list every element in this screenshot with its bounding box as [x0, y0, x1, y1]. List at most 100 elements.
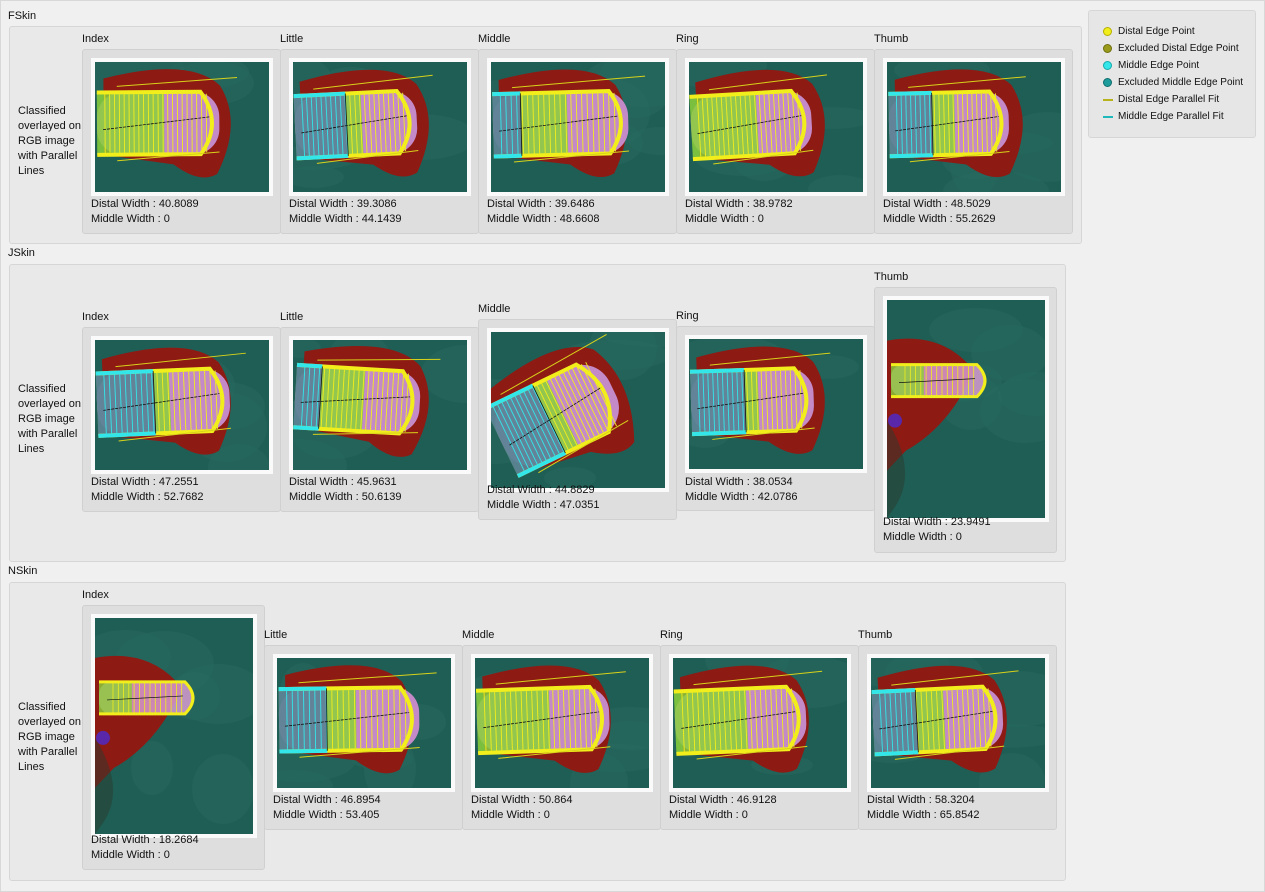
classified-finger-image [293, 340, 467, 470]
fskin-middle-card: Distal Width : 39.6486 Middle Width : 48.… [478, 49, 677, 234]
distal-width: Distal Width : 39.6486 [487, 197, 595, 212]
distal-width: Distal Width : 18.2684 [91, 833, 199, 848]
distal-width: Distal Width : 46.8954 [273, 793, 381, 808]
fskin-index-label: Index [82, 33, 109, 45]
fskin-little-card: Distal Width : 39.3086 Middle Width : 44.… [280, 49, 479, 234]
jskin-index-card: Distal Width : 47.2551 Middle Width : 52.… [82, 327, 281, 512]
fskin-thumb-overlay-image [883, 58, 1065, 196]
classified-finger-image [491, 332, 665, 488]
middle-width-label: Middle Width : [685, 491, 758, 503]
row-label: Classified overlayed on RGB image with P… [18, 105, 81, 177]
classified-finger-image [887, 300, 1045, 518]
middle-width-label: Middle Width : [289, 491, 362, 503]
classified-finger-image [491, 62, 665, 192]
classified-finger-image [95, 618, 253, 834]
jskin-little-card: Distal Width : 45.9631 Middle Width : 50.… [280, 327, 479, 512]
jskin-ring-label: Ring [676, 310, 699, 322]
middle-width: Middle Width : 52.7682 [91, 490, 204, 505]
distal-width-value: 50.864 [538, 794, 573, 806]
middle-width-label: Middle Width : [685, 213, 758, 225]
excluded-middle-edge-point-icon [1103, 78, 1112, 87]
fskin-ring-overlay-image [685, 58, 867, 196]
middle-width-label: Middle Width : [487, 499, 560, 511]
distal-width: Distal Width : 47.2551 [91, 475, 199, 490]
middle-width-value: 55.2629 [955, 213, 996, 225]
middle-width-value: 0 [741, 809, 748, 821]
distal-width-value: 40.8089 [158, 198, 199, 210]
middle-width-label: Middle Width : [289, 213, 362, 225]
nskin-index-label: Index [82, 589, 109, 601]
middle-width: Middle Width : 42.0786 [685, 490, 798, 505]
legend: Distal Edge Point Excluded Distal Edge P… [1088, 10, 1256, 138]
distal-width-label: Distal Width : [685, 476, 753, 488]
distal-edge-point-icon [1103, 27, 1112, 36]
middle-width: Middle Width : 0 [471, 808, 550, 823]
section-title-fskin: FSkin [8, 10, 37, 22]
distal-fit-line-icon [1103, 99, 1113, 101]
distal-width: Distal Width : 45.9631 [289, 475, 397, 490]
jskin-thumb-card: Distal Width : 23.9491 Middle Width : 0 [874, 287, 1057, 553]
jskin-index-overlay-image [91, 336, 273, 474]
distal-width-label: Distal Width : [487, 484, 555, 496]
distal-width-value: 48.5029 [950, 198, 991, 210]
classified-finger-image [95, 62, 269, 192]
middle-width: Middle Width : 47.0351 [487, 498, 600, 513]
classified-finger-image [475, 658, 649, 788]
distal-width-label: Distal Width : [91, 476, 159, 488]
middle-width-label: Middle Width : [273, 809, 346, 821]
jskin-middle-card: Distal Width : 44.8829 Middle Width : 47.… [478, 319, 677, 520]
section-title-nskin: NSkin [8, 565, 38, 577]
nskin-index-card: Distal Width : 18.2684 Middle Width : 0 [82, 605, 265, 870]
classified-finger-image [689, 339, 863, 469]
middle-width-value: 50.6139 [361, 491, 402, 503]
fskin-middle-label: Middle [478, 33, 511, 45]
middle-edge-point-icon [1103, 61, 1112, 70]
distal-width-value: 44.8829 [554, 484, 595, 496]
middle-width-value: 0 [163, 849, 170, 861]
middle-width: Middle Width : 50.6139 [289, 490, 402, 505]
middle-width: Middle Width : 55.2629 [883, 212, 996, 227]
distal-width-value: 46.8954 [340, 794, 381, 806]
distal-width: Distal Width : 38.0534 [685, 475, 793, 490]
classified-finger-image [293, 62, 467, 192]
middle-width-label: Middle Width : [883, 213, 956, 225]
middle-width-label: Middle Width : [471, 809, 544, 821]
middle-width-value: 0 [163, 213, 170, 225]
nskin-little-overlay-image [273, 654, 455, 792]
middle-width: Middle Width : 0 [883, 530, 962, 545]
nskin-middle-label: Middle [462, 629, 495, 641]
middle-width-label: Middle Width : [867, 809, 940, 821]
classified-finger-image [277, 658, 451, 788]
fskin-index-card: Distal Width : 40.8089 Middle Width : 0 [82, 49, 281, 234]
middle-width-value: 44.1439 [361, 213, 402, 225]
middle-width: Middle Width : 0 [91, 848, 170, 863]
section-title-jskin: JSkin [8, 247, 35, 259]
distal-width-label: Distal Width : [487, 198, 555, 210]
classified-finger-image [871, 658, 1045, 788]
distal-width-label: Distal Width : [867, 794, 935, 806]
middle-width-value: 47.0351 [559, 499, 600, 511]
jskin-ring-card: Distal Width : 38.0534 Middle Width : 42.… [676, 326, 875, 511]
nskin-ring-overlay-image [669, 654, 851, 792]
fskin-little-label: Little [280, 33, 304, 45]
distal-width-label: Distal Width : [685, 198, 753, 210]
distal-width-value: 38.0534 [752, 476, 793, 488]
middle-width-label: Middle Width : [883, 531, 956, 543]
fskin-index-overlay-image [91, 58, 273, 196]
nskin-thumb-overlay-image [867, 654, 1049, 792]
nskin-index-overlay-image [91, 614, 257, 838]
distal-width-label: Distal Width : [289, 198, 357, 210]
middle-width: Middle Width : 48.6608 [487, 212, 600, 227]
row-label: Classified overlayed on RGB image with P… [18, 383, 81, 455]
middle-width-value: 65.8542 [939, 809, 980, 821]
distal-width-value: 58.3204 [934, 794, 975, 806]
nskin-middle-overlay-image [471, 654, 653, 792]
fskin-middle-overlay-image [487, 58, 669, 196]
distal-width-value: 23.9491 [950, 516, 991, 528]
classified-finger-image [95, 340, 269, 470]
distal-width-label: Distal Width : [883, 198, 951, 210]
jskin-thumb-overlay-image [883, 296, 1049, 522]
middle-width: Middle Width : 44.1439 [289, 212, 402, 227]
distal-width: Distal Width : 58.3204 [867, 793, 975, 808]
nskin-thumb-card: Distal Width : 58.3204 Middle Width : 65.… [858, 645, 1057, 830]
